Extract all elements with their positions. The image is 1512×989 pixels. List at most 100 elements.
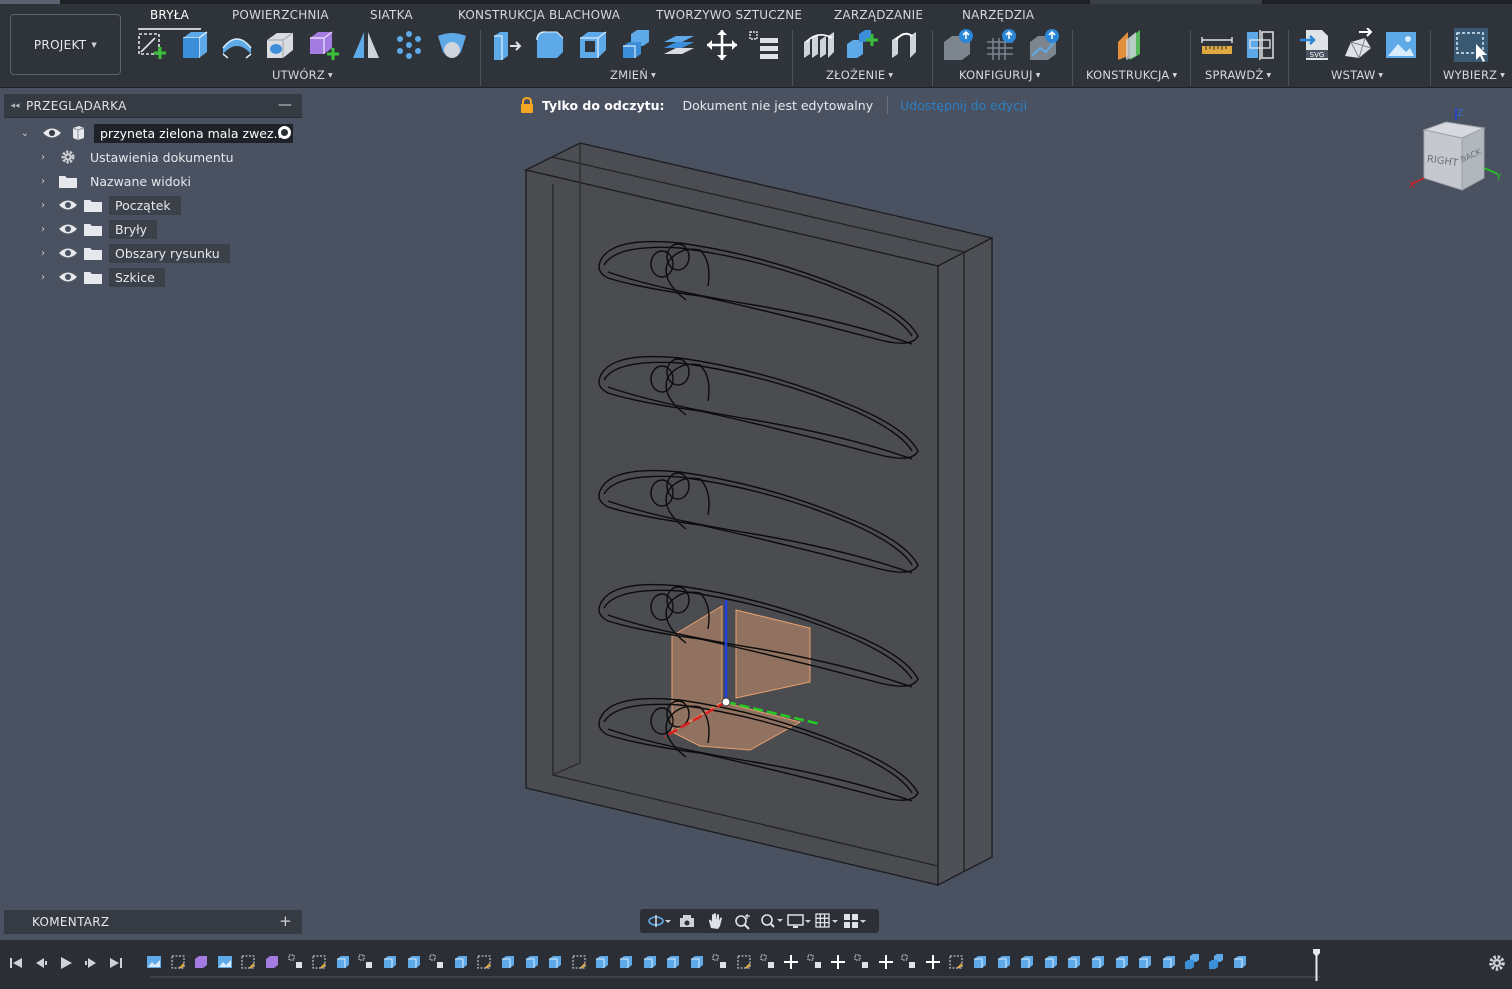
timeline-feature-cmb-icon[interactable] (1184, 954, 1200, 970)
timeline-feature-ext-icon[interactable] (689, 954, 705, 970)
timeline-feature-ext-icon[interactable] (335, 954, 351, 970)
group-configure[interactable]: KONFIGURUJ ▼ (959, 68, 1041, 82)
timeline-feature-sk-icon[interactable] (571, 954, 587, 970)
timeline-feature-mv-icon[interactable] (807, 954, 823, 970)
timeline-feature-ext-icon[interactable] (1066, 954, 1082, 970)
as-built-joint-icon[interactable] (888, 28, 922, 62)
press-pull-icon[interactable] (490, 28, 524, 62)
timeline-feature-mv-icon[interactable] (429, 954, 445, 970)
display-settings-icon[interactable] (786, 911, 812, 931)
configure-grid-icon[interactable] (985, 28, 1019, 62)
orbit-icon[interactable] (646, 911, 672, 931)
timeline-feature-ext-icon[interactable] (1019, 954, 1035, 970)
revolve-icon[interactable] (220, 28, 254, 62)
section-analysis-icon[interactable] (1243, 28, 1277, 62)
group-construct[interactable]: KONSTRUKCJA ▼ (1086, 68, 1177, 82)
look-at-icon[interactable] (674, 911, 700, 931)
tab-solid[interactable]: BRYŁA (137, 8, 202, 30)
step-back-icon[interactable] (33, 955, 49, 971)
measure-icon[interactable] (1200, 28, 1234, 62)
timeline-feature-ext-icon[interactable] (972, 954, 988, 970)
timeline-feature-mv-icon[interactable] (854, 954, 870, 970)
viewports-icon[interactable] (842, 911, 868, 931)
create-sketch-icon[interactable] (135, 28, 169, 62)
configure-table-icon[interactable] (942, 28, 976, 62)
timeline-feature-sk-icon[interactable] (311, 954, 327, 970)
chevron-right-icon[interactable]: › (36, 152, 50, 163)
timeline-feature-sk-icon[interactable] (170, 954, 186, 970)
extrude-icon[interactable] (177, 28, 211, 62)
tab-sheet-metal[interactable]: KONSTRUKCJA BLACHOWA (458, 8, 620, 26)
chevron-right-icon[interactable]: › (36, 224, 50, 235)
timeline-feature-sk-icon[interactable] (948, 954, 964, 970)
tab-utilities[interactable]: NARZĘDZIA (962, 8, 1034, 26)
tree-item-bodies[interactable]: › Bryły (36, 218, 158, 240)
timeline-feature-ext-icon[interactable] (524, 954, 540, 970)
go-to-start-icon[interactable] (8, 955, 24, 971)
active-radio-icon[interactable] (278, 126, 291, 139)
chevron-right-icon[interactable]: › (36, 272, 50, 283)
insert-mesh-icon[interactable] (1341, 28, 1375, 62)
fillet-icon[interactable] (533, 28, 567, 62)
tree-item-canvases[interactable]: › Obszary rysunku (36, 242, 230, 264)
add-comment-icon[interactable]: + (279, 912, 292, 930)
timeline-feature-ext-icon[interactable] (500, 954, 516, 970)
timeline-settings-gear-icon[interactable] (1488, 954, 1506, 972)
timeline-feature-ext-icon[interactable] (665, 954, 681, 970)
chevron-down-icon[interactable]: ⌄ (18, 128, 32, 139)
timeline-feature-ext-icon[interactable] (1043, 954, 1059, 970)
box-icon[interactable] (306, 28, 340, 62)
grid-settings-icon[interactable] (814, 911, 840, 931)
tree-item-named-views[interactable]: › Nazwane widoki (36, 170, 201, 192)
shell-icon[interactable] (576, 28, 610, 62)
eye-icon[interactable] (58, 198, 78, 212)
timeline-feature-pan-icon[interactable] (830, 954, 846, 970)
timeline-feature-img-icon[interactable] (217, 954, 233, 970)
tree-item-origin[interactable]: › Początek (36, 194, 181, 216)
tab-mesh[interactable]: SIATKA (370, 8, 413, 26)
canvas-image-icon[interactable] (1384, 28, 1418, 62)
timeline-feature-ext-icon[interactable] (996, 954, 1012, 970)
timeline-feature-box-icon[interactable] (193, 954, 209, 970)
timeline-feature-pan-icon[interactable] (878, 954, 894, 970)
group-inspect[interactable]: SPRAWDŹ ▼ (1205, 68, 1271, 82)
view-cube[interactable]: RIGHT BACK Z Y X (1406, 108, 1506, 198)
collapse-panel-icon[interactable]: ◂◂ (4, 101, 26, 111)
timeline-feature-mv-icon[interactable] (358, 954, 374, 970)
timeline-feature-mv-icon[interactable] (901, 954, 917, 970)
offset-face-icon[interactable] (662, 28, 696, 62)
chevron-right-icon[interactable]: › (36, 248, 50, 259)
go-to-end-icon[interactable] (108, 955, 124, 971)
tab-plastic[interactable]: TWORZYWO SZTUCZNE (656, 8, 802, 26)
projekt-workspace-button[interactable]: PROJEKT ▼ (10, 14, 121, 75)
step-forward-icon[interactable] (83, 955, 99, 971)
group-create[interactable]: UTWÓRZ ▼ (272, 68, 333, 82)
move-copy-icon[interactable] (705, 28, 739, 62)
timeline-feature-ext-icon[interactable] (618, 954, 634, 970)
timeline-feature-pan-icon[interactable] (783, 954, 799, 970)
play-icon[interactable] (58, 955, 74, 971)
timeline-feature-ext-icon[interactable] (1161, 954, 1177, 970)
combine-icon[interactable] (619, 28, 653, 62)
group-select[interactable]: WYBIERZ ▼ (1443, 68, 1505, 82)
joint-icon[interactable] (802, 28, 836, 62)
timeline-feature-ext-icon[interactable] (642, 954, 658, 970)
timeline-feature-img-icon[interactable] (146, 954, 162, 970)
minimize-icon[interactable]: — (278, 97, 292, 113)
eye-icon[interactable] (58, 222, 78, 236)
group-assemble[interactable]: ZŁOŻENIE ▼ (826, 68, 893, 82)
timeline-feature-mv-icon[interactable] (288, 954, 304, 970)
zoom-icon[interactable] (730, 911, 756, 931)
select-window-icon[interactable] (1454, 28, 1488, 62)
timeline-feature-ext-icon[interactable] (594, 954, 610, 970)
mirror-icon[interactable] (349, 28, 383, 62)
configure-model-icon[interactable] (1028, 28, 1062, 62)
timeline-feature-pan-icon[interactable] (925, 954, 941, 970)
timeline-feature-box-icon[interactable] (264, 954, 280, 970)
timeline-feature-mv-icon[interactable] (760, 954, 776, 970)
tree-item-sketches[interactable]: › Szkice (36, 266, 165, 288)
timeline-feature-ext-icon[interactable] (406, 954, 422, 970)
timeline-feature-cmb-icon[interactable] (1208, 954, 1224, 970)
tree-item-document-settings[interactable]: › Ustawienia dokumentu (36, 146, 244, 168)
timeline-feature-ext-icon[interactable] (1232, 954, 1248, 970)
